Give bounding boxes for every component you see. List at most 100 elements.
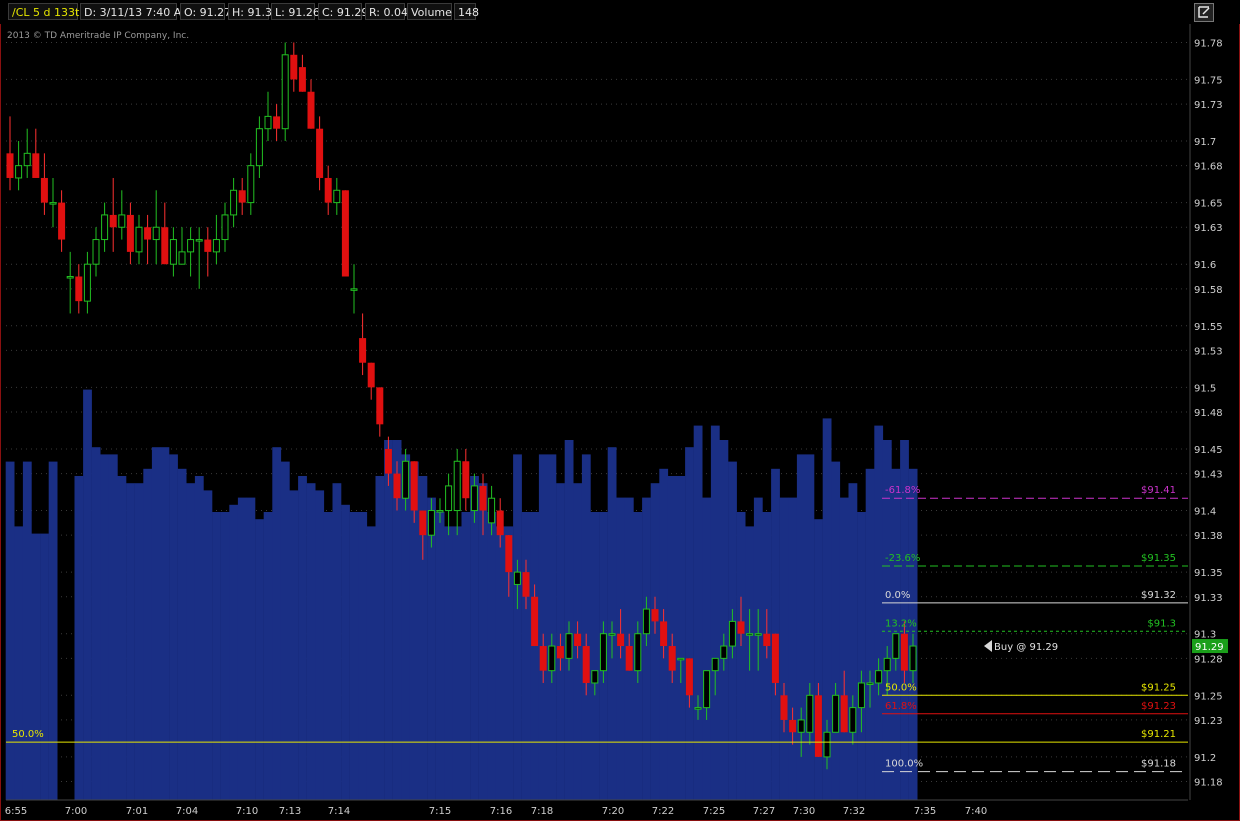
- candle-body: [273, 116, 281, 129]
- candle-body: [453, 460, 461, 512]
- candle-body: [393, 473, 401, 499]
- volume-bar: [298, 476, 307, 800]
- buy-order-marker: [984, 640, 992, 653]
- candle-body: [496, 510, 504, 536]
- candle-body: [445, 485, 453, 512]
- volume-bar: [805, 454, 815, 800]
- price-tick-label: 91.65: [1194, 199, 1223, 210]
- candle-body: [169, 239, 177, 265]
- volume-bar: [642, 497, 651, 800]
- time-tick-label: 7:04: [176, 806, 198, 817]
- candle-body: [909, 645, 917, 672]
- long-level-price: $91.21: [1141, 729, 1176, 740]
- volume-bar: [513, 454, 522, 800]
- volume-bar: [143, 468, 153, 800]
- candle-body: [58, 202, 66, 240]
- candle-body: [857, 682, 865, 709]
- candle-body: [376, 387, 384, 425]
- candle-body: [505, 535, 513, 573]
- fib-percent-label: 100.0%: [885, 759, 923, 770]
- time-tick-label: 7:01: [126, 806, 148, 817]
- volume-bar: [237, 497, 247, 800]
- volume-bar: [384, 440, 393, 800]
- candle-body: [462, 461, 470, 499]
- candle-body: [49, 202, 57, 205]
- price-chart[interactable]: -61.8% $91.41-23.6% $91.350.0% $91.3213.2% $…: [0, 0, 1240, 821]
- candle-body: [720, 645, 728, 659]
- candle-body: [668, 646, 676, 671]
- price-tick-label: 91.5: [1194, 383, 1216, 394]
- volume-bar: [676, 476, 686, 800]
- volume-bar: [487, 512, 497, 800]
- candle-body: [892, 633, 900, 659]
- volume-bar: [685, 447, 694, 800]
- volume-bar: [341, 504, 350, 800]
- candle-body: [789, 719, 797, 733]
- candle-body: [685, 658, 693, 696]
- candle-body: [660, 621, 668, 647]
- candle-body: [15, 165, 23, 179]
- volume-bar: [220, 512, 230, 800]
- time-tick-label: 6:55: [5, 806, 27, 817]
- fib-percent-label: 50.0%: [885, 682, 917, 693]
- candle-body: [427, 510, 435, 536]
- candle-body: [642, 608, 650, 635]
- price-tick-label: 91.53: [1194, 346, 1223, 357]
- candle-body: [522, 572, 530, 597]
- fib-price-label: $91.32: [1141, 590, 1176, 601]
- candle-body: [126, 214, 134, 252]
- volume-bar: [814, 519, 823, 800]
- candle-body: [161, 227, 169, 265]
- volume-bar: [289, 490, 299, 800]
- volume-bar: [186, 483, 196, 800]
- candle-body: [247, 165, 255, 204]
- volume-bar: [693, 425, 703, 800]
- time-tick-label: 7:22: [652, 806, 674, 817]
- candle-body: [470, 485, 478, 512]
- volume-bar: [650, 483, 660, 800]
- volume-bar: [194, 476, 204, 800]
- volume-bar: [74, 476, 84, 800]
- candle-body: [539, 646, 547, 671]
- candle-body: [797, 719, 805, 733]
- candle-body: [40, 177, 48, 203]
- candle-body: [479, 485, 487, 511]
- candle-body: [849, 707, 857, 733]
- volume-bar: [564, 440, 574, 800]
- candle-body: [341, 190, 349, 277]
- volume-bar: [263, 512, 273, 800]
- time-tick-label: 7:20: [602, 806, 624, 817]
- candle-body: [83, 263, 91, 302]
- price-tick-label: 91.63: [1194, 223, 1223, 234]
- candle-body: [402, 460, 410, 499]
- fib-percent-label: -23.6%: [885, 553, 920, 564]
- volume-bar: [151, 447, 161, 800]
- candle-body: [746, 633, 754, 636]
- volume-bar: [40, 533, 49, 800]
- volume-bar: [736, 512, 746, 800]
- candle-body: [883, 657, 891, 672]
- volume-bar: [272, 447, 282, 800]
- price-tick-label: 91.68: [1194, 162, 1223, 173]
- candle-body: [307, 91, 315, 129]
- volume-bar: [857, 512, 866, 800]
- volume-bar: [495, 526, 505, 800]
- volume-bar: [538, 454, 548, 800]
- price-tick-label: 91.48: [1194, 408, 1223, 419]
- candle-body: [548, 645, 556, 672]
- volume-bar: [306, 483, 316, 800]
- time-tick-label: 7:30: [793, 806, 815, 817]
- price-tick-label: 91.35: [1194, 568, 1223, 579]
- volume-bar: [31, 533, 41, 800]
- candle-body: [488, 497, 496, 524]
- volume-bar: [788, 497, 798, 800]
- volume-bar: [134, 483, 144, 800]
- volume-bar: [229, 504, 239, 800]
- price-tick-label: 91.75: [1194, 75, 1223, 86]
- candle-body: [298, 67, 306, 92]
- volume-bar: [315, 490, 325, 800]
- candle-body: [230, 189, 238, 216]
- candle-body: [814, 695, 822, 757]
- volume-bar: [530, 512, 540, 800]
- candle-body: [599, 633, 607, 672]
